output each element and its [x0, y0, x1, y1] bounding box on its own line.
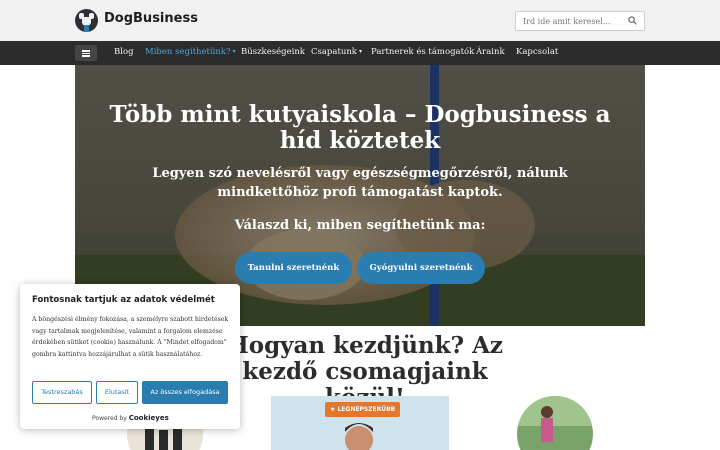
- powered-by-text: Powered by Cookieyes: [92, 414, 169, 422]
- heal-button[interactable]: Gyógyulni szeretnénk: [357, 252, 485, 284]
- nav-item-blog[interactable]: Blog: [114, 47, 134, 57]
- top-bar: DogBusiness: [0, 0, 720, 41]
- hero-subtitle: Legyen szó nevelésről vagy egészségmegőr…: [152, 166, 568, 200]
- learn-button[interactable]: Tanulni szeretnénk: [235, 252, 352, 284]
- brand-name[interactable]: DogBusiness: [104, 11, 198, 26]
- chevron-down-icon: ▾: [232, 48, 236, 55]
- cookieyes-logo[interactable]: Cookieyes: [129, 414, 169, 422]
- nav-item-buszkesegeink[interactable]: Büszkeségeink: [241, 47, 305, 57]
- nav-item-csapatunk[interactable]: Csapatunk ▾: [311, 47, 362, 57]
- customize-button[interactable]: Testreszabás: [32, 381, 92, 404]
- hero-cta-text: Válaszd ki, miben segíthetünk ma:: [234, 218, 486, 233]
- menu-icon[interactable]: [75, 45, 97, 61]
- reject-button[interactable]: Elutasít: [96, 381, 138, 404]
- search-box: [515, 11, 645, 31]
- cookie-consent-banner: Fontosnak tartjuk az adatok védelmét A b…: [20, 284, 240, 429]
- search-input[interactable]: [516, 12, 624, 30]
- accept-all-button[interactable]: Az összes elfogadása: [142, 381, 228, 404]
- main-navigation: Blog Miben segíthetünk? ▾ Büszkeségeink C…: [0, 41, 720, 65]
- package-image-right[interactable]: [517, 396, 593, 450]
- search-icon[interactable]: [628, 16, 637, 25]
- nav-item-kapcsolat[interactable]: Kapcsolat: [516, 47, 558, 57]
- popular-badge: ★ LEGNÉPSZERŰBB: [325, 402, 401, 417]
- cookie-text: A böngészési élmény fokozása, a személyr…: [32, 316, 229, 358]
- nav-item-araink[interactable]: Áraink: [476, 47, 505, 57]
- nav-item-miben-segithetunk[interactable]: Miben segíthetünk? ▾: [145, 47, 236, 57]
- hero-title: Több mint kutyaiskola – Dogbusiness a hí…: [109, 101, 611, 154]
- cookie-title: Fontosnak tartjuk az adatok védelmét: [32, 295, 215, 305]
- chevron-down-icon: ▾: [358, 48, 362, 55]
- dog-logo-icon[interactable]: [75, 9, 98, 32]
- nav-item-partnerek[interactable]: Partnerek és támogatók: [371, 47, 474, 57]
